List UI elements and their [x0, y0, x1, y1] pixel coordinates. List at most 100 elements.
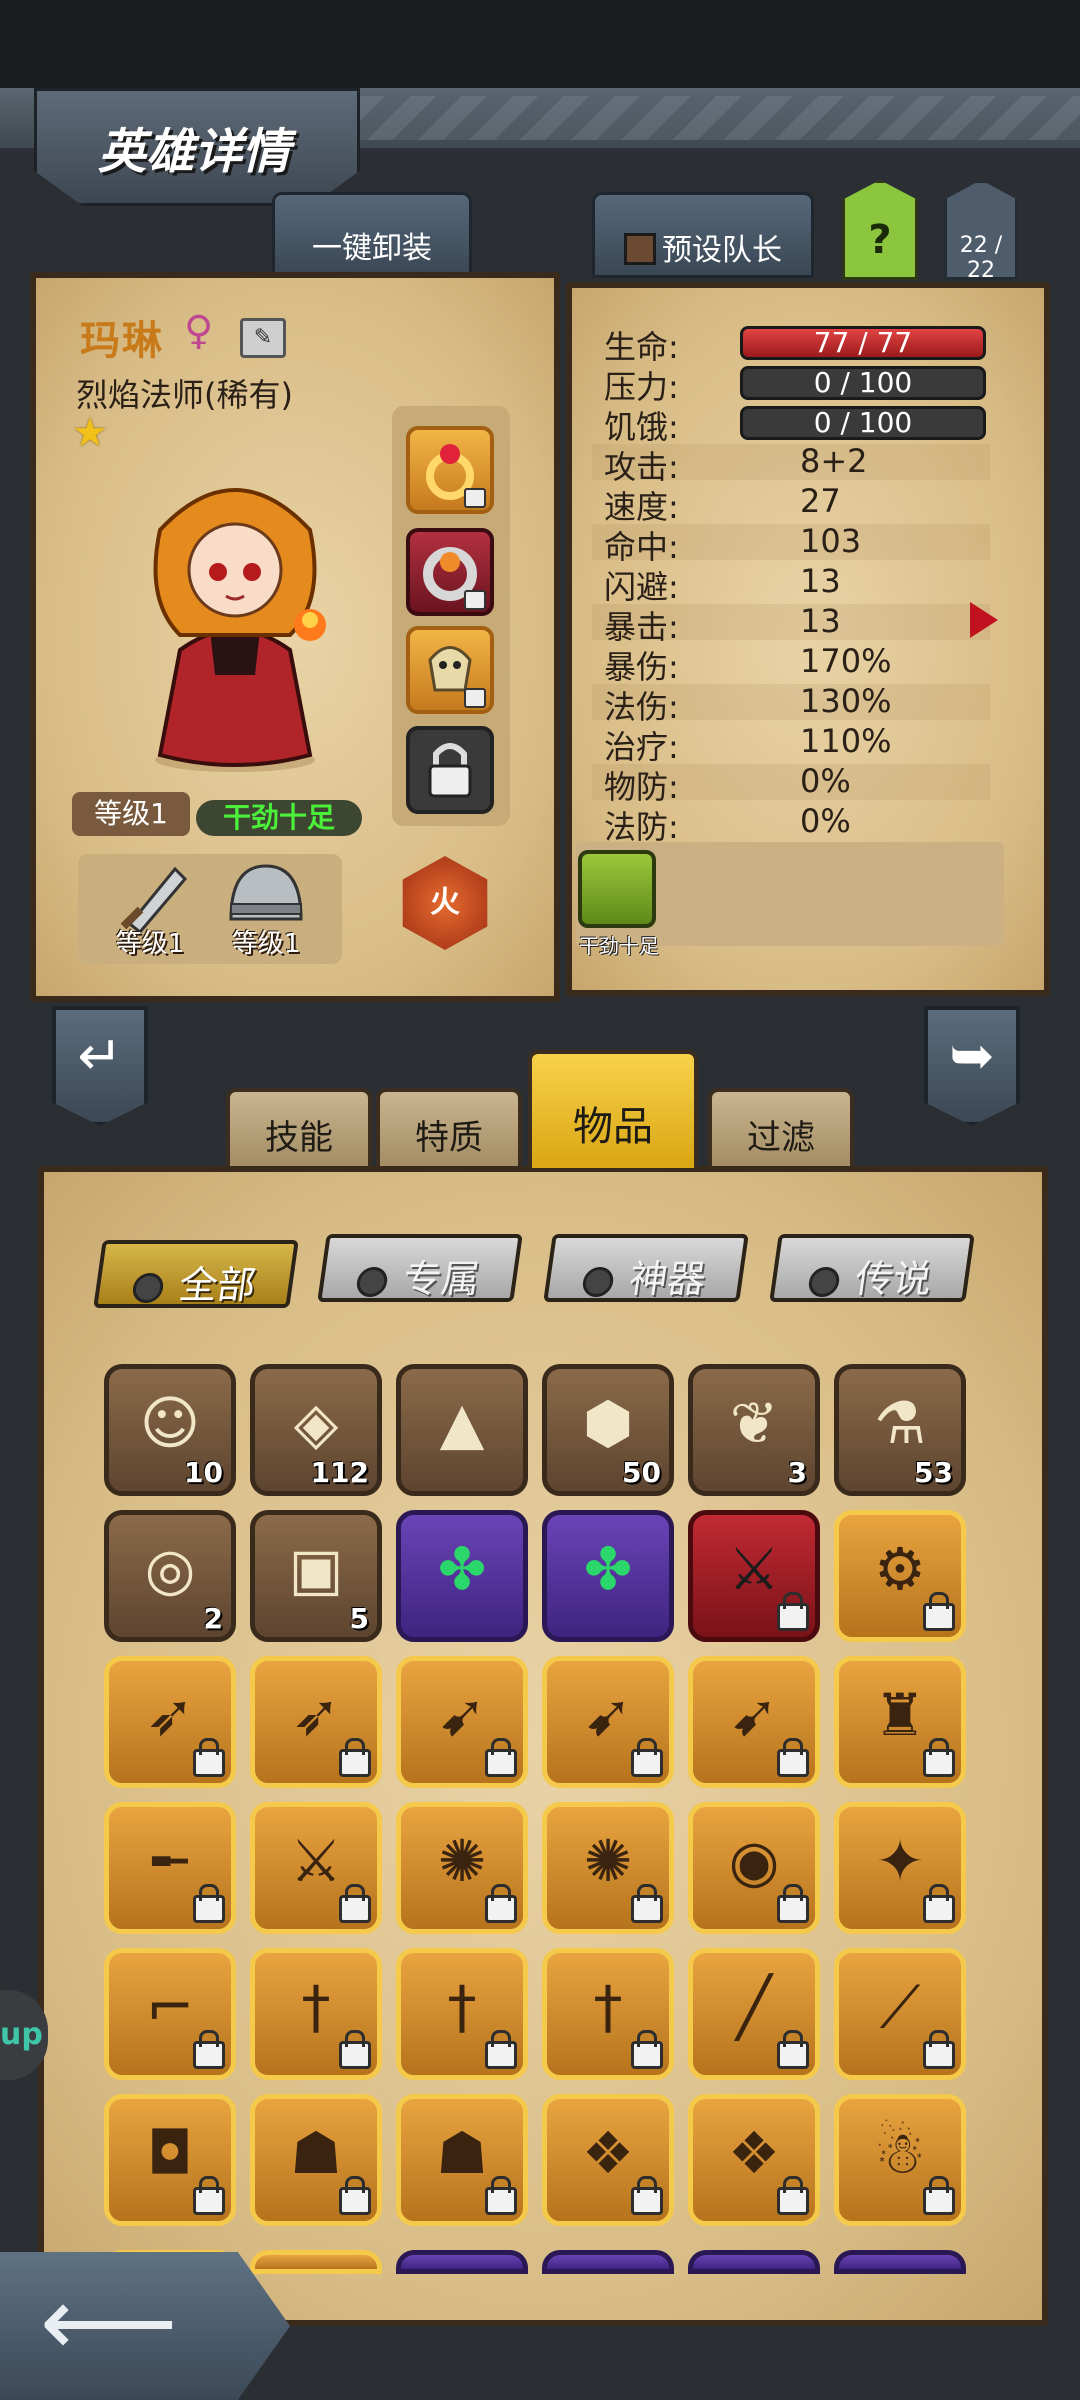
item-slot[interactable] [396, 2250, 528, 2274]
item-slot[interactable]: ⟋ [834, 1948, 966, 2080]
item-slot[interactable]: ♜ [834, 1656, 966, 1788]
preset-leader-checkbox[interactable] [624, 233, 656, 265]
item-slot[interactable]: ⚔ [688, 1510, 820, 1642]
tab-skills[interactable]: 技能 [226, 1088, 372, 1166]
tab-traits[interactable]: 特质 [376, 1088, 522, 1166]
hunger-bar: 0 / 100 [740, 406, 986, 440]
cyan-rune-stone-icon: ⬢ [582, 1389, 634, 1457]
item-slot[interactable]: † [396, 1948, 528, 2080]
item-slot[interactable]: ➹ [542, 1656, 674, 1788]
roster-count-tab[interactable]: 22 / 22 [944, 180, 1018, 280]
lock-icon [777, 2176, 809, 2215]
item-slot[interactable]: † [542, 1948, 674, 2080]
filter-legend-button[interactable]: 传说 [769, 1234, 975, 1302]
item-slot[interactable]: ⚔ [250, 1802, 382, 1934]
green-gem-icon: ✤ [583, 1535, 633, 1603]
item-slot[interactable]: ◉ [688, 1802, 820, 1934]
unequip-all-button[interactable]: 一键卸装 [272, 192, 472, 278]
tab-filter[interactable]: 过滤 [708, 1088, 854, 1166]
quirk-label: 干劲十足 [579, 934, 659, 958]
item-slot[interactable] [250, 2250, 382, 2274]
item-slot[interactable]: ✦ [834, 1802, 966, 1934]
item-slot[interactable] [688, 2250, 820, 2274]
next-hero-button[interactable]: ➥ [924, 1006, 1020, 1126]
amulet-slot[interactable] [406, 528, 494, 616]
item-slot[interactable]: ▣ 5 [250, 1510, 382, 1642]
more-stats-arrow-icon[interactable] [970, 602, 998, 638]
item-slot[interactable]: ╱ [688, 1948, 820, 2080]
filter-artifact-label: 神器 [626, 1257, 709, 1301]
radio-dot-icon [354, 1266, 390, 1297]
lock-icon [923, 1738, 955, 1777]
helmet-icon [229, 864, 303, 921]
item-slot[interactable] [542, 2250, 674, 2274]
item-slot[interactable]: ➶ [250, 1656, 382, 1788]
lock-icon [464, 688, 486, 708]
hero-portrait[interactable] [120, 460, 350, 780]
armor-upgrade[interactable]: 等级1 [206, 854, 326, 964]
lock-icon [777, 2030, 809, 2069]
item-slot[interactable]: ⬢ 50 [542, 1364, 674, 1496]
stat-value: 110% [800, 722, 892, 760]
item-slot[interactable]: ➹ [688, 1656, 820, 1788]
filter-exclusive-button[interactable]: 专属 [317, 1234, 523, 1302]
filter-all-button[interactable]: 全部 [93, 1240, 299, 1308]
preset-leader-toggle[interactable]: 预设队长 [592, 192, 814, 278]
crystal-sand-pile-icon: ▲ [439, 1389, 485, 1457]
item-slot[interactable]: ✤ [396, 1510, 528, 1642]
item-slot[interactable]: ☗ [396, 2094, 528, 2226]
item-slot[interactable]: ✺ [542, 1802, 674, 1934]
stat-value: 13 [800, 562, 841, 600]
ring-slot[interactable] [406, 426, 494, 514]
hero-class: 烈焰法师(稀有) [76, 376, 293, 414]
quirk-smiley-icon[interactable] [578, 850, 656, 928]
item-slot[interactable]: ❦ 3 [688, 1364, 820, 1496]
radio-dot-icon [580, 1266, 616, 1297]
orange-gem-icon: ◈ [293, 1389, 339, 1457]
help-button[interactable]: ? [842, 180, 918, 280]
item-slot[interactable]: ❖ [542, 2094, 674, 2226]
lock-icon [923, 2176, 955, 2215]
item-slot[interactable]: ╾ [104, 1802, 236, 1934]
top-status-bar [0, 0, 1080, 88]
item-slot[interactable]: ➹ [396, 1656, 528, 1788]
item-slot[interactable]: ⚙ [834, 1510, 966, 1642]
golden-feather-icon: ❦ [729, 1389, 779, 1457]
lock-icon [464, 488, 486, 508]
back-button[interactable]: ⟵ [0, 2252, 290, 2400]
item-slot[interactable]: ▲ [396, 1364, 528, 1496]
item-slot[interactable]: † [250, 1948, 382, 2080]
tab-items[interactable]: 物品 [528, 1050, 698, 1168]
locked-slot[interactable] [406, 726, 494, 814]
item-slot[interactable]: ☗ [250, 2094, 382, 2226]
lock-icon [777, 1592, 809, 1631]
item-slot[interactable]: ✤ [542, 1510, 674, 1642]
item-slot[interactable]: ◈ 112 [250, 1364, 382, 1496]
item-slot[interactable]: ⚗ 53 [834, 1364, 966, 1496]
item-slot[interactable] [834, 2250, 966, 2274]
armor-level-label: 等级1 [231, 929, 301, 959]
item-slot[interactable]: ◎ 2 [104, 1510, 236, 1642]
rename-edit-icon[interactable]: ✎ [240, 318, 286, 358]
item-slot[interactable]: ◘ [104, 2094, 236, 2226]
item-slot[interactable]: ☺ 10 [104, 1364, 236, 1496]
lock-icon [631, 2176, 663, 2215]
item-slot[interactable]: ✺ [396, 1802, 528, 1934]
lock-icon [339, 1738, 371, 1777]
page-title: 英雄详情 [97, 124, 290, 180]
filter-artifact-button[interactable]: 神器 [543, 1234, 749, 1302]
prev-hero-button[interactable]: ↵ [52, 1006, 148, 1126]
item-quantity: 112 [310, 1456, 369, 1489]
item-slot[interactable]: ➶ [104, 1656, 236, 1788]
return-arrow-icon: ↵ [77, 1024, 123, 1087]
stat-value: 170% [800, 642, 892, 680]
lock-icon [485, 1738, 517, 1777]
item-slot[interactable]: ❖ [688, 2094, 820, 2226]
hero-portrait-icon: ☺ [139, 1389, 201, 1457]
item-slot[interactable]: ☃ [834, 2094, 966, 2226]
padlock-icon [428, 743, 472, 798]
weapon-upgrade[interactable]: 等级1 [90, 854, 210, 964]
item-slot[interactable]: ⌐ [104, 1948, 236, 2080]
stat-value: 0% [800, 802, 851, 840]
accessory-slot[interactable] [406, 626, 494, 714]
